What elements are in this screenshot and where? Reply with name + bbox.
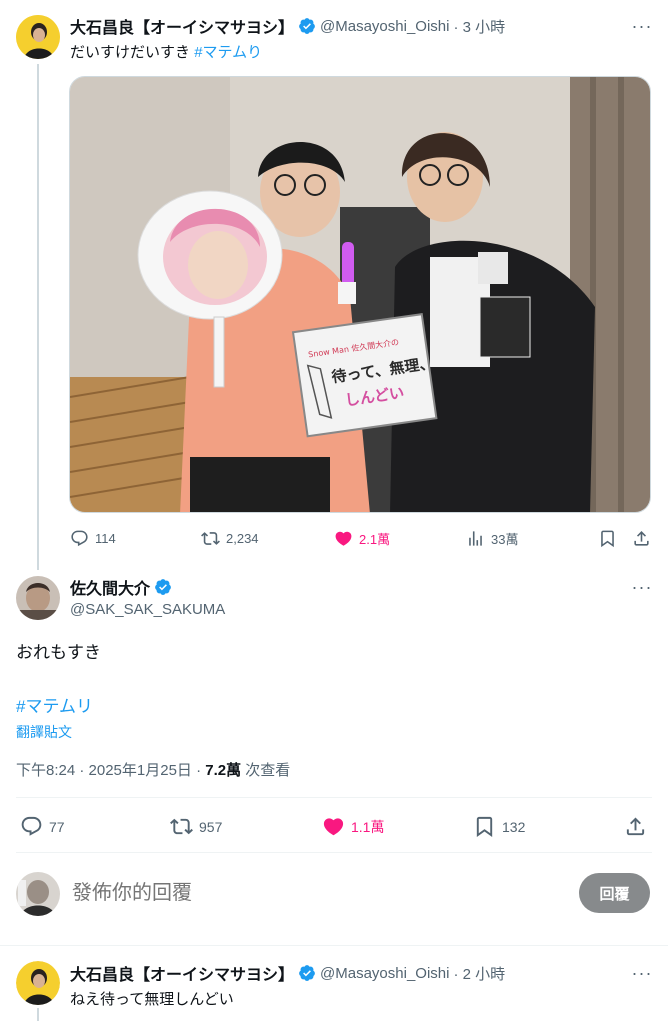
author-handle[interactable]: @Masayoshi_Oishi	[320, 965, 449, 982]
like-count: 1.1萬	[351, 818, 385, 835]
more-options-icon[interactable]: ···	[630, 575, 654, 599]
retweet-icon	[201, 532, 220, 545]
analytics-icon	[469, 531, 482, 546]
reply-count: 77	[49, 818, 65, 835]
reply-icon	[71, 530, 88, 547]
avatar[interactable]	[16, 15, 60, 59]
tweet-header: 佐久間大介	[70, 576, 176, 598]
tweet-header: 大石昌良【オーイシマサヨシ】 @Masayoshi_Oishi · 3 小時	[70, 14, 505, 38]
author-handle[interactable]: @SAK_SAK_SAKUMA	[70, 601, 225, 618]
verified-badge-icon	[299, 18, 315, 34]
more-options-icon[interactable]: ···	[630, 961, 654, 985]
verified-badge-icon	[155, 579, 171, 595]
like-button[interactable]: 1.1萬	[322, 815, 384, 838]
verified-badge-icon	[299, 965, 315, 981]
tweet-photo[interactable]: Snow Man 佐久間大介の 待って、無理、 しんどい	[69, 76, 651, 513]
share-icon	[634, 531, 649, 546]
like-button[interactable]: 2.1萬	[334, 529, 390, 548]
divider	[16, 797, 652, 798]
retweet-icon	[170, 818, 193, 835]
translate-link[interactable]: 翻譯貼文	[16, 722, 72, 742]
share-icon	[626, 817, 645, 836]
author-name[interactable]: 大石昌良【オーイシマサヨシ】	[70, 961, 294, 985]
thread-connector	[37, 64, 39, 570]
reply-button[interactable]: 114	[70, 529, 116, 548]
reply-count: 114	[95, 531, 116, 546]
bookmark-button[interactable]	[598, 529, 617, 548]
retweet-count: 2,234	[226, 531, 259, 546]
reply-input[interactable]	[72, 875, 552, 911]
avatar[interactable]	[16, 576, 60, 620]
retweet-button[interactable]: 957	[170, 815, 222, 838]
reply-submit-button[interactable]: 回覆	[579, 873, 650, 913]
share-button[interactable]	[624, 815, 647, 838]
hashtag-link[interactable]: #マテムり	[194, 44, 262, 61]
divider	[16, 852, 652, 853]
share-button[interactable]	[632, 529, 651, 548]
post-time[interactable]: · 3 小時	[453, 16, 505, 37]
reply-icon	[21, 816, 42, 836]
current-user-avatar[interactable]	[16, 872, 60, 916]
post-meta: 下午8:24 · 2025年1月25日 · 7.2萬 次查看	[16, 759, 290, 780]
timestamp[interactable]: 下午8:24 · 2025年1月25日 ·	[16, 762, 205, 779]
views-count: 7.2萬	[205, 762, 242, 779]
views-label: 次查看	[241, 762, 291, 779]
views-button[interactable]: 33萬	[466, 529, 518, 548]
retweet-button[interactable]: 2,234	[201, 529, 259, 548]
bookmark-icon	[601, 530, 614, 548]
thread-connector	[37, 1008, 39, 1021]
reply-button[interactable]: 77	[20, 815, 65, 838]
bookmark-icon	[476, 816, 493, 837]
tweet-header: 大石昌良【オーイシマサヨシ】 @Masayoshi_Oishi · 2 小時	[70, 961, 505, 985]
heart-filled-icon	[323, 818, 344, 836]
views-count: 33萬	[491, 532, 519, 547]
bookmark-button[interactable]: 132	[473, 815, 525, 838]
post-time[interactable]: · 2 小時	[453, 963, 505, 984]
bookmark-count: 132	[502, 818, 526, 835]
author-name[interactable]: 佐久間大介	[70, 575, 150, 599]
tweet-text: ねえ待って無理しんどい	[70, 991, 234, 1008]
main-tweet-text: おれもすき	[16, 643, 101, 662]
tweet-text: だいすけだいすき #マテムり	[70, 41, 262, 62]
hashtag-link[interactable]: #マテムリ	[16, 692, 93, 717]
more-options-icon[interactable]: ···	[630, 14, 654, 38]
retweet-count: 957	[199, 818, 223, 835]
heart-filled-icon	[335, 531, 352, 546]
author-name[interactable]: 大石昌良【オーイシマサヨシ】	[70, 14, 294, 38]
tweet-text-body: だいすけだいすき	[70, 44, 191, 61]
author-handle[interactable]: @Masayoshi_Oishi	[320, 18, 449, 35]
avatar[interactable]	[16, 961, 60, 1005]
section-separator	[0, 945, 668, 946]
like-count: 2.1萬	[359, 532, 391, 547]
